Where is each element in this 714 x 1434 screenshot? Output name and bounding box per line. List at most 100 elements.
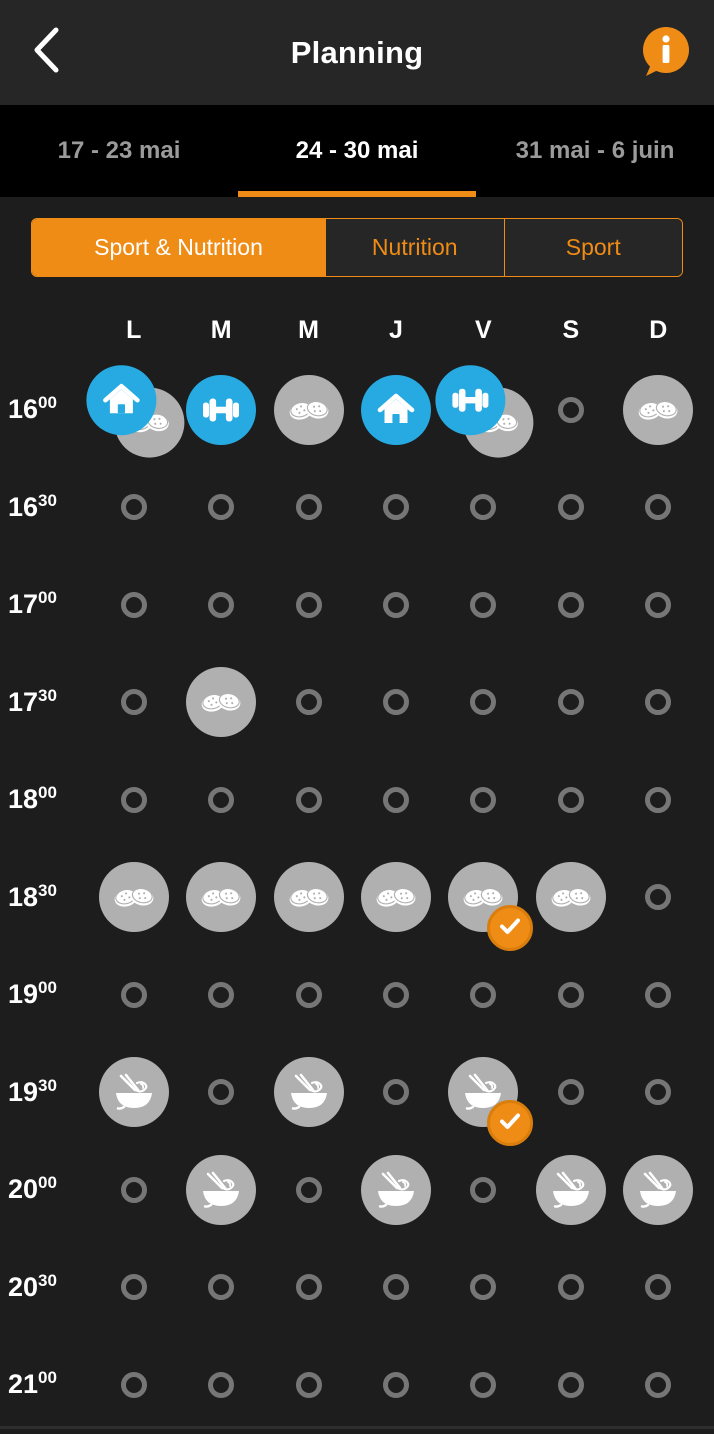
planning-slot[interactable]: [90, 556, 177, 654]
planning-slot[interactable]: [265, 849, 352, 947]
nutrition-activity-token[interactable]: [99, 862, 169, 932]
week-tab-next[interactable]: 31 mai - 6 juin: [476, 105, 714, 197]
planning-slot[interactable]: [527, 849, 614, 947]
sport-activity-token[interactable]: [86, 365, 156, 435]
nutrition-activity-token[interactable]: [536, 1155, 606, 1225]
planning-slot[interactable]: [615, 1141, 702, 1239]
nutrition-activity-token[interactable]: [186, 1155, 256, 1225]
nutrition-activity-token[interactable]: [536, 862, 606, 932]
tab-nutrition[interactable]: Nutrition: [325, 219, 504, 276]
nutrition-activity-token[interactable]: [623, 1155, 693, 1225]
planning-slot[interactable]: [615, 361, 702, 459]
planning-slot[interactable]: [90, 654, 177, 752]
planning-slot[interactable]: [265, 1044, 352, 1142]
planning-slot[interactable]: [177, 361, 264, 459]
nutrition-activity-token[interactable]: [99, 1057, 169, 1127]
planning-slot[interactable]: [440, 849, 527, 947]
planning-slot[interactable]: [615, 946, 702, 1044]
planning-slot[interactable]: [265, 751, 352, 849]
planning-slot[interactable]: [177, 1336, 264, 1434]
planning-slot[interactable]: [527, 1336, 614, 1434]
planning-slot[interactable]: [352, 459, 439, 557]
planning-slot[interactable]: [265, 946, 352, 1044]
planning-slot[interactable]: [440, 1044, 527, 1142]
sport-activity-token[interactable]: [436, 365, 506, 435]
planning-slot[interactable]: [615, 1044, 702, 1142]
planning-slot[interactable]: [177, 1239, 264, 1337]
planning-slot[interactable]: [527, 1044, 614, 1142]
nutrition-activity-token[interactable]: [361, 862, 431, 932]
tab-sport-and-nutrition[interactable]: Sport & Nutrition: [32, 219, 325, 276]
planning-slot[interactable]: [90, 1239, 177, 1337]
back-button[interactable]: [22, 27, 70, 79]
planning-slot[interactable]: [527, 361, 614, 459]
planning-slot[interactable]: [352, 1336, 439, 1434]
planning-slot[interactable]: [177, 1044, 264, 1142]
planning-slot[interactable]: [615, 1239, 702, 1337]
planning-slot[interactable]: [265, 556, 352, 654]
nutrition-activity-token[interactable]: [361, 1155, 431, 1225]
planning-slot[interactable]: [352, 751, 439, 849]
planning-slot[interactable]: [440, 459, 527, 557]
planning-slot[interactable]: [615, 751, 702, 849]
planning-slot[interactable]: [527, 1239, 614, 1337]
info-button[interactable]: [636, 24, 694, 82]
planning-slot[interactable]: [177, 946, 264, 1044]
planning-slot[interactable]: [177, 459, 264, 557]
planning-slot[interactable]: [352, 654, 439, 752]
planning-slot[interactable]: [615, 654, 702, 752]
planning-slot[interactable]: [90, 946, 177, 1044]
nutrition-activity-token[interactable]: [623, 375, 693, 445]
planning-slot[interactable]: [615, 459, 702, 557]
week-tab-prev[interactable]: 17 - 23 mai: [0, 105, 238, 197]
planning-slot[interactable]: [177, 654, 264, 752]
planning-slot[interactable]: [90, 361, 177, 459]
planning-slot[interactable]: [265, 654, 352, 752]
tab-sport[interactable]: Sport: [504, 219, 683, 276]
planning-slot[interactable]: [440, 751, 527, 849]
planning-slot[interactable]: [527, 654, 614, 752]
planning-slot[interactable]: [352, 361, 439, 459]
planning-slot[interactable]: [265, 1239, 352, 1337]
planning-slot[interactable]: [527, 459, 614, 557]
planning-slot[interactable]: [527, 751, 614, 849]
planning-slot[interactable]: [352, 849, 439, 947]
planning-slot[interactable]: [90, 1336, 177, 1434]
planning-slot[interactable]: [615, 849, 702, 947]
sport-activity-token[interactable]: [186, 375, 256, 445]
planning-slot[interactable]: [177, 849, 264, 947]
planning-slot[interactable]: [265, 459, 352, 557]
planning-slot[interactable]: [527, 946, 614, 1044]
planning-slot[interactable]: [265, 1336, 352, 1434]
planning-slot[interactable]: [352, 1044, 439, 1142]
planning-slot[interactable]: [265, 361, 352, 459]
planning-slot[interactable]: [615, 556, 702, 654]
planning-slot[interactable]: [440, 361, 527, 459]
planning-slot[interactable]: [90, 1141, 177, 1239]
nutrition-activity-token[interactable]: [274, 862, 344, 932]
planning-slot[interactable]: [440, 556, 527, 654]
nutrition-activity-token[interactable]: [186, 862, 256, 932]
planning-slot[interactable]: [352, 946, 439, 1044]
planning-slot[interactable]: [90, 1044, 177, 1142]
planning-slot[interactable]: [177, 751, 264, 849]
sport-activity-token[interactable]: [361, 375, 431, 445]
planning-slot[interactable]: [352, 1239, 439, 1337]
planning-slot[interactable]: [265, 1141, 352, 1239]
planning-slot[interactable]: [440, 1141, 527, 1239]
planning-slot[interactable]: [527, 1141, 614, 1239]
planning-slot[interactable]: [90, 751, 177, 849]
planning-slot[interactable]: [177, 556, 264, 654]
planning-slot[interactable]: [440, 1239, 527, 1337]
planning-slot[interactable]: [440, 946, 527, 1044]
nutrition-activity-token[interactable]: [186, 667, 256, 737]
planning-slot[interactable]: [352, 1141, 439, 1239]
planning-slot[interactable]: [90, 459, 177, 557]
nutrition-activity-token[interactable]: [274, 1057, 344, 1127]
planning-slot[interactable]: [90, 849, 177, 947]
week-tab-current[interactable]: 24 - 30 mai: [238, 105, 476, 197]
planning-slot[interactable]: [352, 556, 439, 654]
planning-slot[interactable]: [440, 654, 527, 752]
nutrition-activity-token[interactable]: [274, 375, 344, 445]
planning-slot[interactable]: [615, 1336, 702, 1434]
